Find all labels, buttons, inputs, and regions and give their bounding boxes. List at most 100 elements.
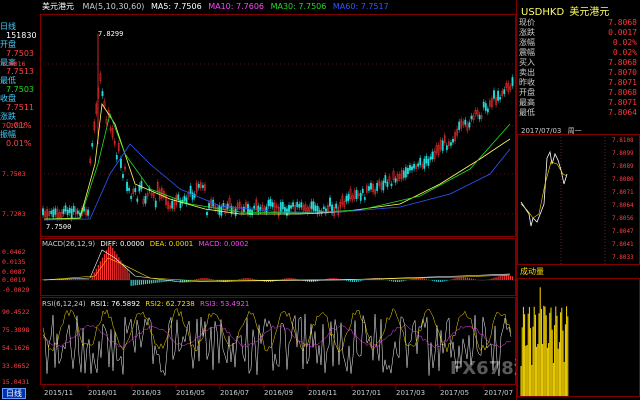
- date-axis-label: 2015/11: [44, 389, 73, 397]
- rsi-axis-tick: 15.0431: [2, 378, 30, 386]
- candle-body: [271, 202, 274, 208]
- info-value: 7.7503: [6, 49, 34, 58]
- period-tab[interactable]: 日线: [2, 388, 26, 399]
- rsi1-value: RSI1: 76.5892: [91, 300, 140, 308]
- rsi2-value: RSI2: 62.7238: [145, 300, 194, 308]
- candle-body: [445, 145, 448, 150]
- quote-row: 昨收 7.8071: [519, 78, 639, 87]
- candle-body: [298, 204, 301, 208]
- candle-body: [382, 180, 385, 191]
- quote-value: 0.0017: [608, 28, 637, 37]
- macd-dea-line: [43, 257, 511, 282]
- candle-body: [64, 205, 67, 212]
- bar-info-panel: 日线 151830 开盘 7.7503 最高 7.7513 最低 7.7503 收盘 7.7511…: [0, 22, 40, 182]
- candle-body: [197, 184, 200, 188]
- candle-body: [134, 188, 137, 192]
- candle-body: [355, 189, 358, 200]
- candle-body: [407, 168, 409, 175]
- candle-body: [122, 174, 124, 178]
- candle-body: [441, 140, 444, 151]
- candle-body: [257, 205, 260, 213]
- info-value: 0.01%: [6, 139, 32, 148]
- candle-body: [201, 185, 204, 188]
- candle-body: [42, 208, 44, 216]
- quote-key: 涨幅: [519, 38, 535, 47]
- candle-body: [363, 197, 366, 200]
- quote-row: 震幅 0.02%: [519, 48, 639, 57]
- candle-body: [450, 142, 452, 146]
- price-axis-tick: 7.7203: [2, 210, 26, 218]
- candle-body: [345, 195, 348, 202]
- ma30-value: MA30: 7.7506: [270, 2, 327, 11]
- candle-body: [101, 91, 104, 97]
- candle-body: [234, 208, 237, 216]
- quote-value: 7.8068: [608, 58, 637, 67]
- candle-body: [413, 163, 415, 169]
- candle-body: [394, 178, 397, 183]
- quote-value: 7.8071: [608, 98, 637, 107]
- quote-row: 开盘 7.8068: [519, 88, 639, 97]
- intraday-axis-tick: 7.8056: [612, 215, 634, 222]
- date-axis-label: 2016/03: [132, 389, 161, 397]
- candle-body: [290, 205, 292, 209]
- intraday-average-line: [520, 161, 568, 219]
- intraday-axis-tick: 7.8099: [612, 150, 634, 157]
- quote-value: 7.8068: [608, 88, 637, 97]
- candle-body: [50, 210, 53, 214]
- macd-axis-tick: 0.0462: [2, 248, 26, 256]
- candle-body: [478, 115, 481, 120]
- intraday-axis-tick: 7.8033: [612, 254, 634, 261]
- candle-body: [206, 211, 208, 216]
- quote-header: USDHKD 美元港元: [521, 3, 609, 18]
- ma5-line: [43, 102, 511, 220]
- candle-body: [458, 121, 461, 130]
- info-label: 涨跌: [0, 112, 16, 121]
- quote-value: 7.8064: [608, 108, 637, 117]
- ma5-value: MA5: 7.7506: [150, 2, 202, 11]
- info-label: 日线: [0, 22, 16, 31]
- candle-body: [322, 206, 325, 210]
- quote-row: 涨幅 0.02%: [519, 38, 639, 47]
- candle-body: [411, 166, 413, 171]
- candle-body: [218, 205, 221, 216]
- info-value: 151830: [6, 31, 37, 40]
- candle-body: [154, 200, 157, 208]
- quote-key: 卖出: [519, 68, 535, 77]
- ma-params: MA(5,10,30,60): [82, 2, 145, 11]
- candle-body: [417, 163, 420, 167]
- candle-body: [279, 202, 282, 212]
- candle-body: [191, 192, 194, 200]
- quote-value: 7.8071: [608, 78, 637, 87]
- candle-body: [347, 194, 350, 201]
- quote-row: 最低 7.8064: [519, 108, 639, 117]
- candle-body: [386, 181, 389, 187]
- quote-value: 7.8070: [608, 68, 637, 77]
- macd-axis-tick: 0.0135: [2, 258, 26, 266]
- date-axis-label: 2016/09: [264, 389, 293, 397]
- info-label: 振幅: [0, 130, 16, 139]
- candle-body: [115, 154, 118, 160]
- macd-axis-tick: -0.0029: [2, 286, 30, 294]
- macd-dea: DEA: 0.0001: [150, 240, 194, 248]
- candle-body: [484, 103, 487, 111]
- candle-body: [499, 97, 502, 100]
- rsi-axis-tick: 54.1626: [2, 344, 30, 352]
- candle-body: [429, 156, 432, 160]
- date-axis-label: 2016/01: [88, 389, 117, 397]
- candle-body: [329, 197, 331, 207]
- candle-body: [119, 158, 122, 168]
- candle-body: [402, 170, 405, 178]
- candle-body: [52, 209, 55, 218]
- info-label: 最低: [0, 76, 16, 85]
- candle-body: [171, 200, 174, 209]
- period-tab-daily[interactable]: 日线: [2, 388, 26, 399]
- chart-area[interactable]: 7.8299 7.7500 MACD(26,12,9) DIFF: 0.0000…: [40, 14, 516, 398]
- date-axis-label: 2016/05: [176, 389, 205, 397]
- candle-body: [76, 210, 79, 214]
- ma30-line: [44, 112, 511, 220]
- rsi-title: RSI(6,12,24): [42, 300, 86, 308]
- quote-key: 最低: [519, 108, 535, 117]
- intraday-chart[interactable]: 7.8108 7.8099 7.8089 7.8080 7.8071 7.8064 7.80…: [517, 134, 640, 400]
- info-label: 开盘: [0, 40, 16, 49]
- candle-body: [427, 159, 430, 166]
